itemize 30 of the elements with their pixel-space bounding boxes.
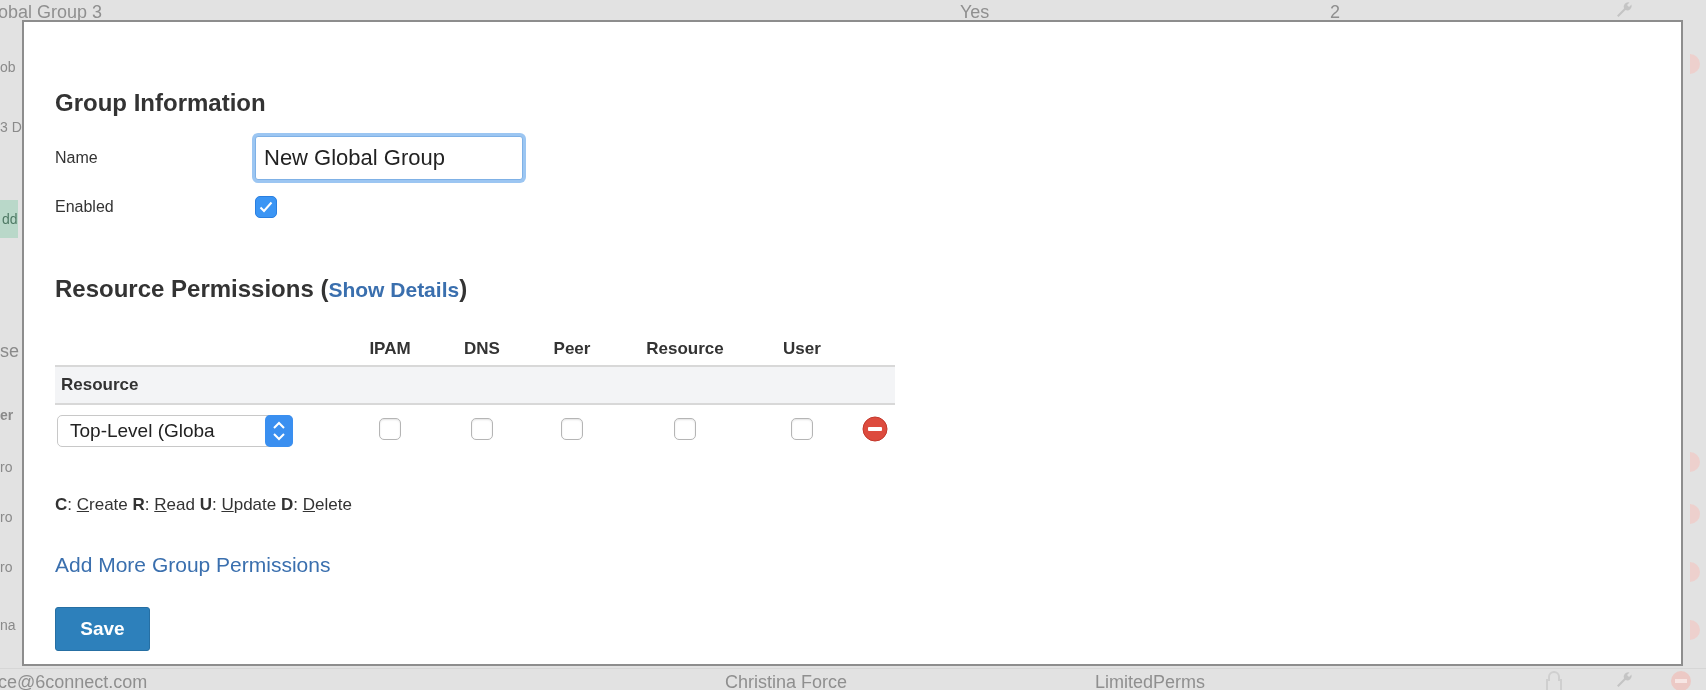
table-cell: ro (0, 510, 13, 524)
section-heading: Resource Permissions ( (55, 275, 329, 302)
column-header: Peer (524, 335, 620, 366)
show-details-link[interactable]: Show Details (328, 278, 460, 301)
table-cell: 2 (1330, 2, 1340, 23)
table-cell: ro (0, 560, 13, 574)
save-button[interactable]: Save (55, 607, 150, 651)
field-label: Enabled (55, 198, 115, 216)
name-field[interactable]: New Global Group (255, 136, 523, 180)
table-group-header: Resource (55, 366, 895, 404)
column-header: User (750, 335, 854, 366)
table-cell: Yes (960, 2, 990, 23)
column-header: DNS (440, 335, 524, 366)
table-cell: er (0, 408, 14, 422)
section-heading: ) (459, 275, 468, 302)
add-permissions-link[interactable]: Add More Group Permissions (55, 553, 331, 577)
add-button[interactable]: dd (0, 200, 18, 238)
section-heading: se (0, 342, 19, 360)
table-cell: 3 D (0, 120, 22, 134)
table-cell: ob (0, 60, 16, 74)
permissions-legend: C: Create R: Read U: Update D: Delete (55, 495, 1681, 515)
resource-select[interactable]: Top-Level (Globa (57, 415, 293, 447)
column-header: IPAM (340, 335, 440, 366)
table-cell: na (0, 618, 16, 632)
section-heading: Group Information (55, 88, 267, 118)
table-cell: ro (0, 460, 13, 474)
table-cell: LimitedPerms (1095, 672, 1206, 690)
table-cell: Christina Force (725, 672, 848, 690)
column-header: Resource (620, 335, 750, 366)
field-label: Name (55, 149, 99, 167)
